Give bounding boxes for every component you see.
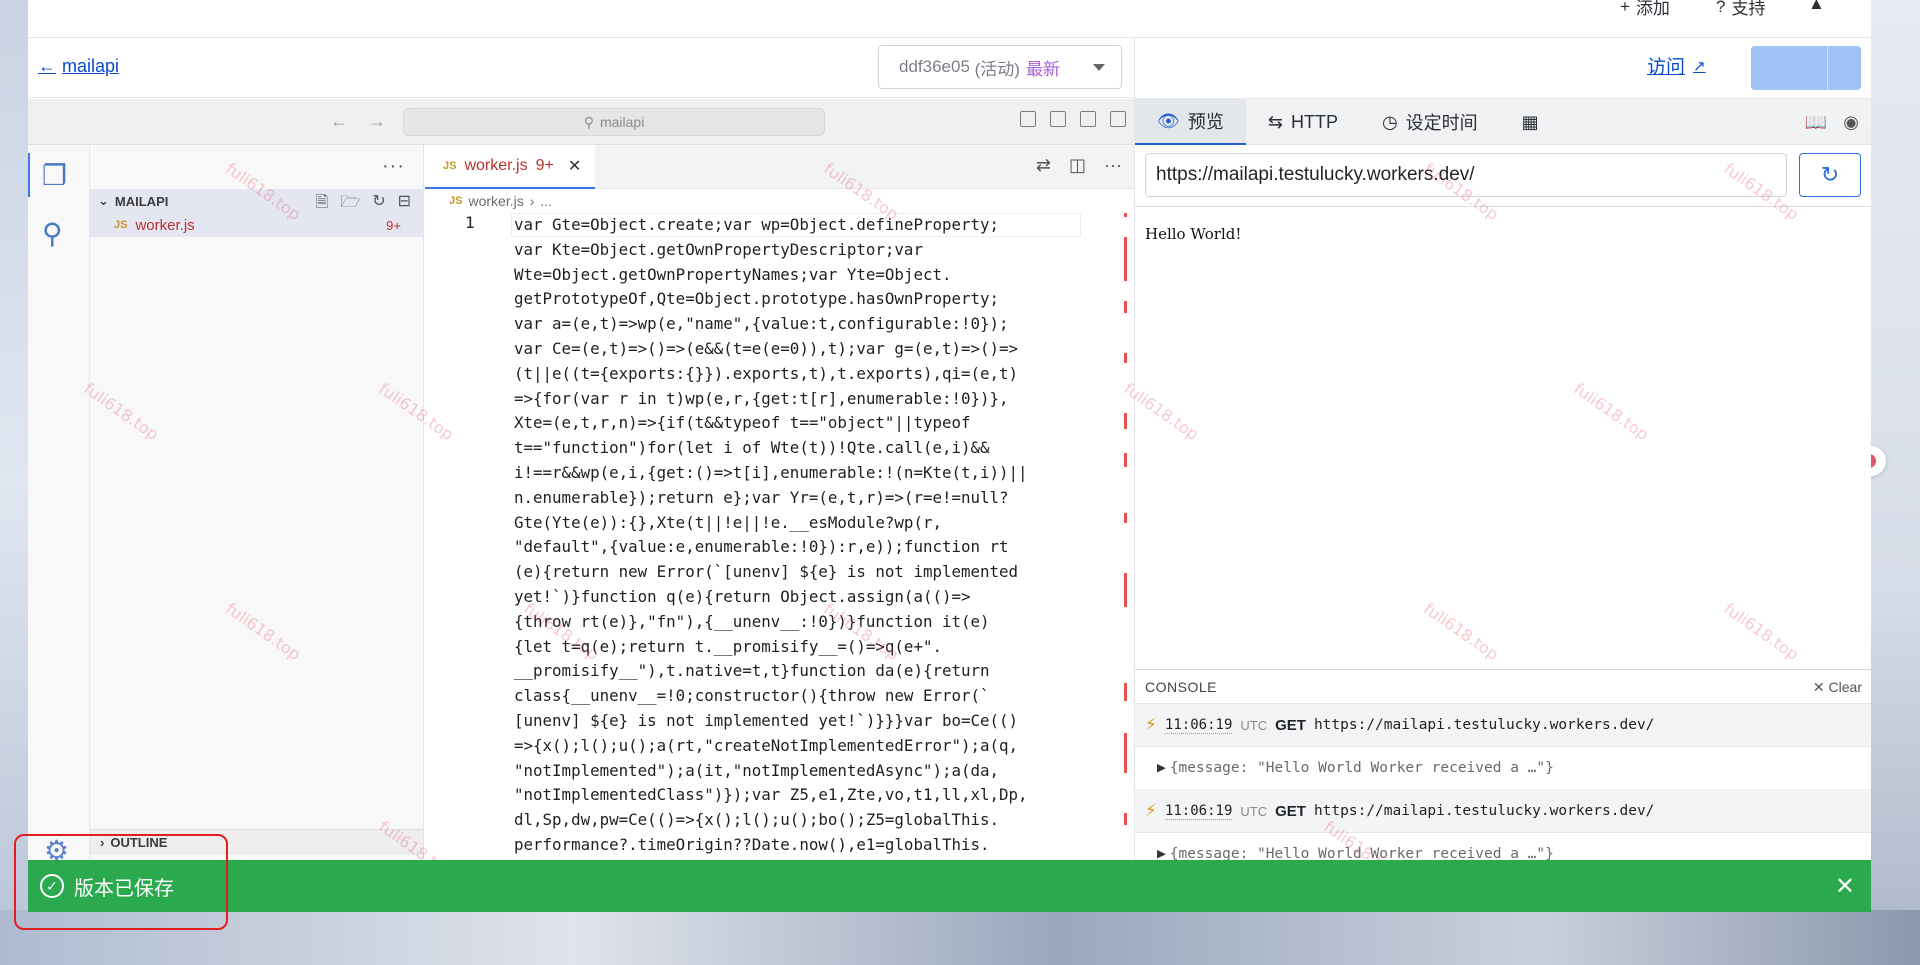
tab-terminal[interactable]: ▦ [1500,99,1561,145]
refresh-button[interactable]: ↻ [1799,153,1861,197]
more-actions-icon[interactable]: ··· [382,155,405,178]
add-button[interactable]: + 添加 [1620,0,1670,19]
editor-group: JS worker.js 9+ ✕ ⇄ ◫ ··· JS worker.js ›… [425,145,1134,910]
discord-icon[interactable]: ◉ [1843,112,1859,133]
preview-panel: 访问 ↗ 👁 预览 ⇆ HTTP ◷ 设定时间 ▦ 📖 ◉ https://ma… [1134,38,1871,910]
line-number: 1 [465,213,475,232]
desktop-background-right [1870,0,1920,965]
command-center-search[interactable]: ⚲ mailapi [403,108,825,136]
top-bar: + 添加 ? 支持 ▲ [28,0,1871,38]
refresh-icon: ↻ [1820,162,1840,187]
dashboard-window: + 添加 ? 支持 ▲ ← mailapi ddf36e05 (活动) 最新 ←… [28,0,1871,910]
deploy-button[interactable] [1751,46,1861,90]
preview-output: Hello World! [1145,225,1242,243]
toggle-primary-sidebar-icon[interactable] [1050,111,1066,127]
visit-link[interactable]: 访问 ↗ [1647,52,1706,79]
js-file-icon: JS [114,219,128,231]
preview-tabs: 👁 预览 ⇆ HTTP ◷ 设定时间 ▦ 📖 ◉ [1135,99,1871,145]
tab-preview[interactable]: 👁 预览 [1135,99,1246,145]
arrows-icon: ⇆ [1267,111,1283,132]
success-toast: ✓ 版本已保存 ✕ [28,860,1871,912]
back-arrow-icon[interactable]: ← [330,111,348,132]
overview-ruler[interactable] [1116,213,1134,910]
editor-tabs: JS worker.js 9+ ✕ ⇄ ◫ ··· [425,145,1134,189]
activity-bar: ❐ ⚲ [28,145,90,910]
bolt-icon: ⚡ [1145,801,1157,820]
explorer-folder-mailapi[interactable]: ⌄ MAILAPI 🗎 🗁 ↻ ⊟ [90,189,423,213]
explorer-files-icon[interactable]: ❐ [28,153,67,197]
user-icon[interactable]: ▲ [1808,0,1825,14]
code-area[interactable]: 1 var Gte=Object.create;var wp=Object.de… [425,213,1134,910]
close-icon[interactable]: ✕ [568,156,581,176]
plus-icon: + [1620,0,1630,16]
clock-icon: ◷ [1381,111,1398,132]
log-request-row[interactable]: ⚡ 11:06:19 UTC GET https://mailapi.testu… [1135,704,1871,747]
code-text[interactable]: var Gte=Object.create;var wp=Object.defi… [514,213,1074,858]
close-icon[interactable]: ✕ [1835,872,1855,901]
customize-layout-icon[interactable] [1020,111,1036,127]
tab-worker-js[interactable]: JS worker.js 9+ ✕ [425,145,595,189]
chevron-down-icon [1093,64,1105,71]
code-editor: ← → ⚲ mailapi ❐ ⚲ ··· ⌄ MAILAPI 🗎 🗁 ↻ ⊟ … [28,99,1134,910]
caret-right-icon: ▶ [1157,760,1166,776]
explorer-file-worker-js[interactable]: JS worker.js 9+ [90,213,423,237]
help-icon: ? [1716,0,1726,16]
tab-schedule[interactable]: ◷ 设定时间 [1360,99,1500,145]
support-button[interactable]: ? 支持 [1716,0,1765,19]
chevron-down-icon: ⌄ [98,193,109,208]
console-title: CONSOLE [1145,678,1217,695]
worker-header: ← mailapi ddf36e05 (活动) 最新 [28,38,1134,98]
bolt-icon: ⚡ [1145,715,1157,734]
js-file-icon: JS [443,160,457,172]
annotation-highlight-box [14,834,228,930]
desktop-background-bottom [0,910,1920,965]
forward-arrow-icon[interactable]: → [368,111,386,132]
search-icon[interactable]: ⚲ [42,217,63,250]
preview-frame[interactable]: Hello World! [1135,207,1871,667]
more-actions-icon[interactable]: ··· [1104,155,1122,176]
editor-title-bar: ← → ⚲ mailapi [28,99,1134,145]
toggle-panel-icon[interactable] [1080,111,1096,127]
preview-url-input[interactable]: https://mailapi.testulucky.workers.dev/ [1145,153,1787,197]
tab-http[interactable]: ⇆ HTTP [1246,99,1360,145]
split-editor-icon[interactable]: ◫ [1069,155,1086,176]
external-link-icon: ↗ [1693,57,1706,75]
log-message-row[interactable]: ▶ {message: "Hello World Worker received… [1135,747,1871,790]
toggle-secondary-sidebar-icon[interactable] [1110,111,1126,127]
back-link[interactable]: ← mailapi [38,56,119,77]
terminal-icon: ▦ [1521,111,1539,132]
js-file-icon: JS [449,195,463,207]
breadcrumb: JS worker.js › ... [449,193,553,209]
explorer-sidebar: ··· ⌄ MAILAPI 🗎 🗁 ↻ ⊟ JS worker.js 9+ › … [90,145,424,910]
clear-button[interactable]: ✕ Clear [1813,679,1862,696]
search-icon: ⚲ [583,113,594,130]
docs-icon[interactable]: 📖 [1805,112,1827,133]
desktop-background-left [0,0,28,965]
eye-icon: 👁 [1157,110,1180,131]
problems-badge: 9+ [386,217,401,233]
log-request-row[interactable]: ⚡ 11:06:19 UTC GET https://mailapi.testu… [1135,790,1871,833]
arrow-left-icon: ← [38,56,56,76]
compare-changes-icon[interactable]: ⇄ [1036,155,1051,176]
chevron-right-icon: › [529,193,535,209]
version-select[interactable]: ddf36e05 (活动) 最新 [878,45,1122,89]
